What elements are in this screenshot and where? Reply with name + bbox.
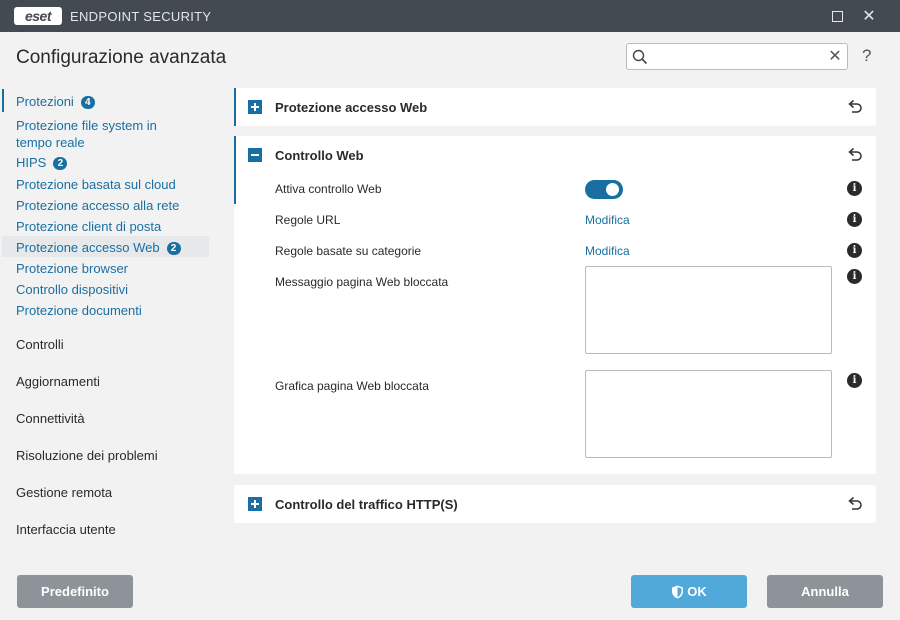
panel-web-access: Protezione accesso Web xyxy=(234,88,876,126)
panel-web-control-header[interactable]: Controllo Web xyxy=(234,136,876,174)
url-rules-label: Regole URL xyxy=(275,213,341,227)
sidebar-item-label: Protezione file system in tempo reale xyxy=(16,118,157,150)
blocked-graphic-textarea[interactable] xyxy=(585,370,832,458)
url-rules-edit-link[interactable]: Modifica xyxy=(585,213,630,227)
sidebar-item-label: Controllo dispositivi xyxy=(16,282,128,297)
close-icon: ✕ xyxy=(862,8,876,25)
ok-label: OK xyxy=(687,584,707,599)
eset-logo: eset xyxy=(14,7,62,25)
panel-web-access-header[interactable]: Protezione accesso Web xyxy=(234,88,876,126)
count-badge: 2 xyxy=(166,242,181,255)
sidebar-item-documents[interactable]: Protezione documenti xyxy=(16,302,142,319)
enable-web-control-toggle[interactable] xyxy=(585,180,623,199)
maximize-icon xyxy=(831,10,843,22)
sidebar-item-label: HIPS xyxy=(16,155,47,170)
sidebar-category-risoluzione[interactable]: Risoluzione dei problemi xyxy=(16,448,158,463)
info-icon[interactable]: i xyxy=(847,212,862,227)
expand-icon xyxy=(248,497,262,511)
title-bar: eset ENDPOINT SECURITY ✕ xyxy=(0,0,900,32)
default-button[interactable]: Predefinito xyxy=(17,575,133,608)
panel-title: Protezione accesso Web xyxy=(275,100,428,115)
panel-title: Controllo del traffico HTTP(S) xyxy=(275,497,458,512)
sidebar-item-browser[interactable]: Protezione browser xyxy=(16,260,128,277)
close-window-button[interactable]: ✕ xyxy=(859,6,879,26)
undo-icon[interactable] xyxy=(846,146,864,164)
sidebar-category-gestione-remota[interactable]: Gestione remota xyxy=(16,485,112,500)
sidebar-item-label: Protezione documenti xyxy=(16,303,142,318)
sidebar-item-label: Protezione accesso alla rete xyxy=(16,198,180,213)
info-icon[interactable]: i xyxy=(847,243,862,258)
blocked-message-label: Messaggio pagina Web bloccata xyxy=(275,275,449,289)
info-icon[interactable]: i xyxy=(847,269,862,284)
sidebar-category-interfaccia[interactable]: Interfaccia utente xyxy=(16,522,116,537)
ok-button[interactable]: OK xyxy=(631,575,747,608)
sidebar-item-protezioni[interactable]: Protezioni 4 xyxy=(16,93,95,110)
info-icon[interactable]: i xyxy=(847,181,862,196)
sidebar-item-network[interactable]: Protezione accesso alla rete xyxy=(16,197,179,214)
sidebar-category-connettivita[interactable]: Connettività xyxy=(16,411,85,426)
sidebar-category-aggiornamenti[interactable]: Aggiornamenti xyxy=(16,374,100,389)
panel-http-traffic-header[interactable]: Controllo del traffico HTTP(S) xyxy=(234,485,876,523)
panel-title: Controllo Web xyxy=(275,148,364,163)
sidebar-item-label: Protezione client di posta xyxy=(16,219,162,234)
sidebar-item-web-access[interactable]: Protezione accesso Web 2 xyxy=(16,239,181,256)
cancel-button[interactable]: Annulla xyxy=(767,575,883,608)
section-indicator xyxy=(2,89,4,112)
sidebar-item-devices[interactable]: Controllo dispositivi xyxy=(16,281,128,298)
panel-http-traffic: Controllo del traffico HTTP(S) xyxy=(234,485,876,523)
toggle-knob xyxy=(606,183,619,196)
sidebar-item-label: Protezioni xyxy=(16,94,74,109)
page-title: Configurazione avanzata xyxy=(16,47,227,68)
search-input[interactable] xyxy=(653,47,821,66)
panel-web-control: Controllo Web Attiva controllo Web i Reg… xyxy=(234,136,876,474)
search-icon xyxy=(632,49,648,65)
collapse-icon xyxy=(248,148,262,162)
sidebar-item-label: Protezione accesso Web xyxy=(16,240,160,255)
category-rules-label: Regole basate su categorie xyxy=(275,244,422,258)
blocked-graphic-label: Grafica pagina Web bloccata xyxy=(275,379,429,393)
help-icon[interactable]: ? xyxy=(862,46,871,66)
app-name: ENDPOINT SECURITY xyxy=(70,9,212,24)
sidebar-category-controlli[interactable]: Controlli xyxy=(16,337,64,352)
count-badge: 2 xyxy=(53,157,68,170)
sidebar-item-hips[interactable]: HIPS 2 xyxy=(16,154,68,171)
sidebar-item-file-system[interactable]: Protezione file system in tempo reale xyxy=(16,117,191,151)
sidebar-item-mail-client[interactable]: Protezione client di posta xyxy=(16,218,161,235)
info-icon[interactable]: i xyxy=(847,373,862,388)
clear-search-icon[interactable]: ✕ xyxy=(826,47,844,66)
sidebar-item-cloud[interactable]: Protezione basata sul cloud xyxy=(16,176,176,193)
shield-icon xyxy=(672,585,684,598)
category-rules-edit-link[interactable]: Modifica xyxy=(585,244,630,258)
maximize-button[interactable] xyxy=(827,6,847,26)
expand-icon xyxy=(248,100,262,114)
count-badge: 4 xyxy=(80,96,95,109)
enable-web-control-label: Attiva controllo Web xyxy=(275,182,382,196)
sidebar-item-label: Protezione browser xyxy=(16,261,128,276)
search-box: ✕ xyxy=(626,43,848,70)
undo-icon[interactable] xyxy=(846,495,864,513)
blocked-message-textarea[interactable] xyxy=(585,266,832,354)
sidebar-item-label: Protezione basata sul cloud xyxy=(16,177,176,192)
undo-icon[interactable] xyxy=(846,98,864,116)
